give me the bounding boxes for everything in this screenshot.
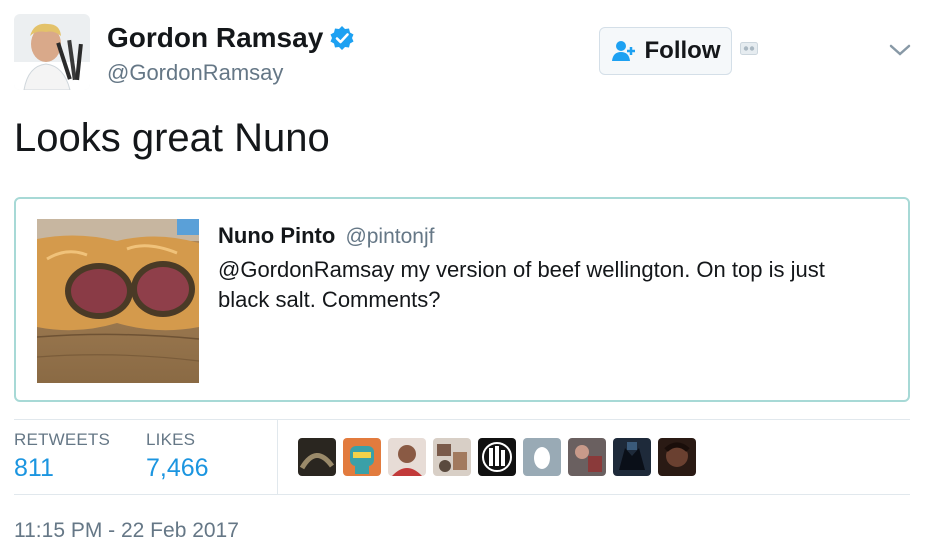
liker-avatar[interactable] — [613, 438, 651, 476]
follow-button[interactable]: Follow — [599, 27, 732, 75]
liker-avatar[interactable] — [478, 438, 516, 476]
quoted-tweet-card[interactable]: Nuno Pinto @pintonjf @GordonRamsay my ve… — [14, 197, 910, 402]
stats-bottom-divider — [14, 494, 910, 495]
stats-separator — [277, 419, 278, 494]
add-user-icon — [611, 41, 635, 61]
liker-avatar[interactable] — [658, 438, 696, 476]
liker-avatar[interactable] — [298, 438, 336, 476]
author-name-text: Gordon Ramsay — [107, 22, 324, 53]
quoted-author[interactable]: Nuno Pinto @pintonjf — [218, 223, 434, 249]
tweet-timestamp[interactable]: 11:15 PM - 22 Feb 2017 — [14, 519, 239, 543]
author-avatar[interactable] — [14, 14, 90, 90]
tweet-text: Looks great Nuno — [14, 116, 330, 160]
retweets-label: RETWEETS — [14, 430, 111, 449]
follow-status-icon — [740, 42, 758, 55]
follow-button-label: Follow — [644, 37, 721, 64]
quoted-author-name: Nuno Pinto — [218, 223, 336, 248]
quoted-tweet-text: @GordonRamsay my version of beef welling… — [218, 257, 825, 312]
liker-avatar[interactable] — [568, 438, 606, 476]
retweets-count: 811 — [14, 454, 54, 482]
verified-badge-icon — [329, 25, 355, 51]
likes-count: 7,466 — [146, 454, 209, 482]
liker-avatar[interactable] — [343, 438, 381, 476]
quoted-author-handle: @pintonjf — [345, 225, 435, 248]
retweets-stat[interactable]: RETWEETS 811 — [14, 430, 110, 483]
liker-avatar[interactable] — [388, 438, 426, 476]
liker-avatar[interactable] — [523, 438, 561, 476]
chevron-down-icon[interactable] — [888, 42, 912, 58]
likes-label: LIKES — [146, 430, 196, 449]
liker-avatars — [298, 438, 703, 476]
likes-stat[interactable]: LIKES 7,466 — [146, 430, 209, 483]
author-display-name[interactable]: Gordon Ramsay — [107, 22, 355, 54]
liker-avatar[interactable] — [433, 438, 471, 476]
author-handle[interactable]: @GordonRamsay — [107, 60, 283, 86]
quoted-tweet-photo[interactable] — [37, 219, 199, 383]
stats-top-divider — [14, 419, 910, 420]
